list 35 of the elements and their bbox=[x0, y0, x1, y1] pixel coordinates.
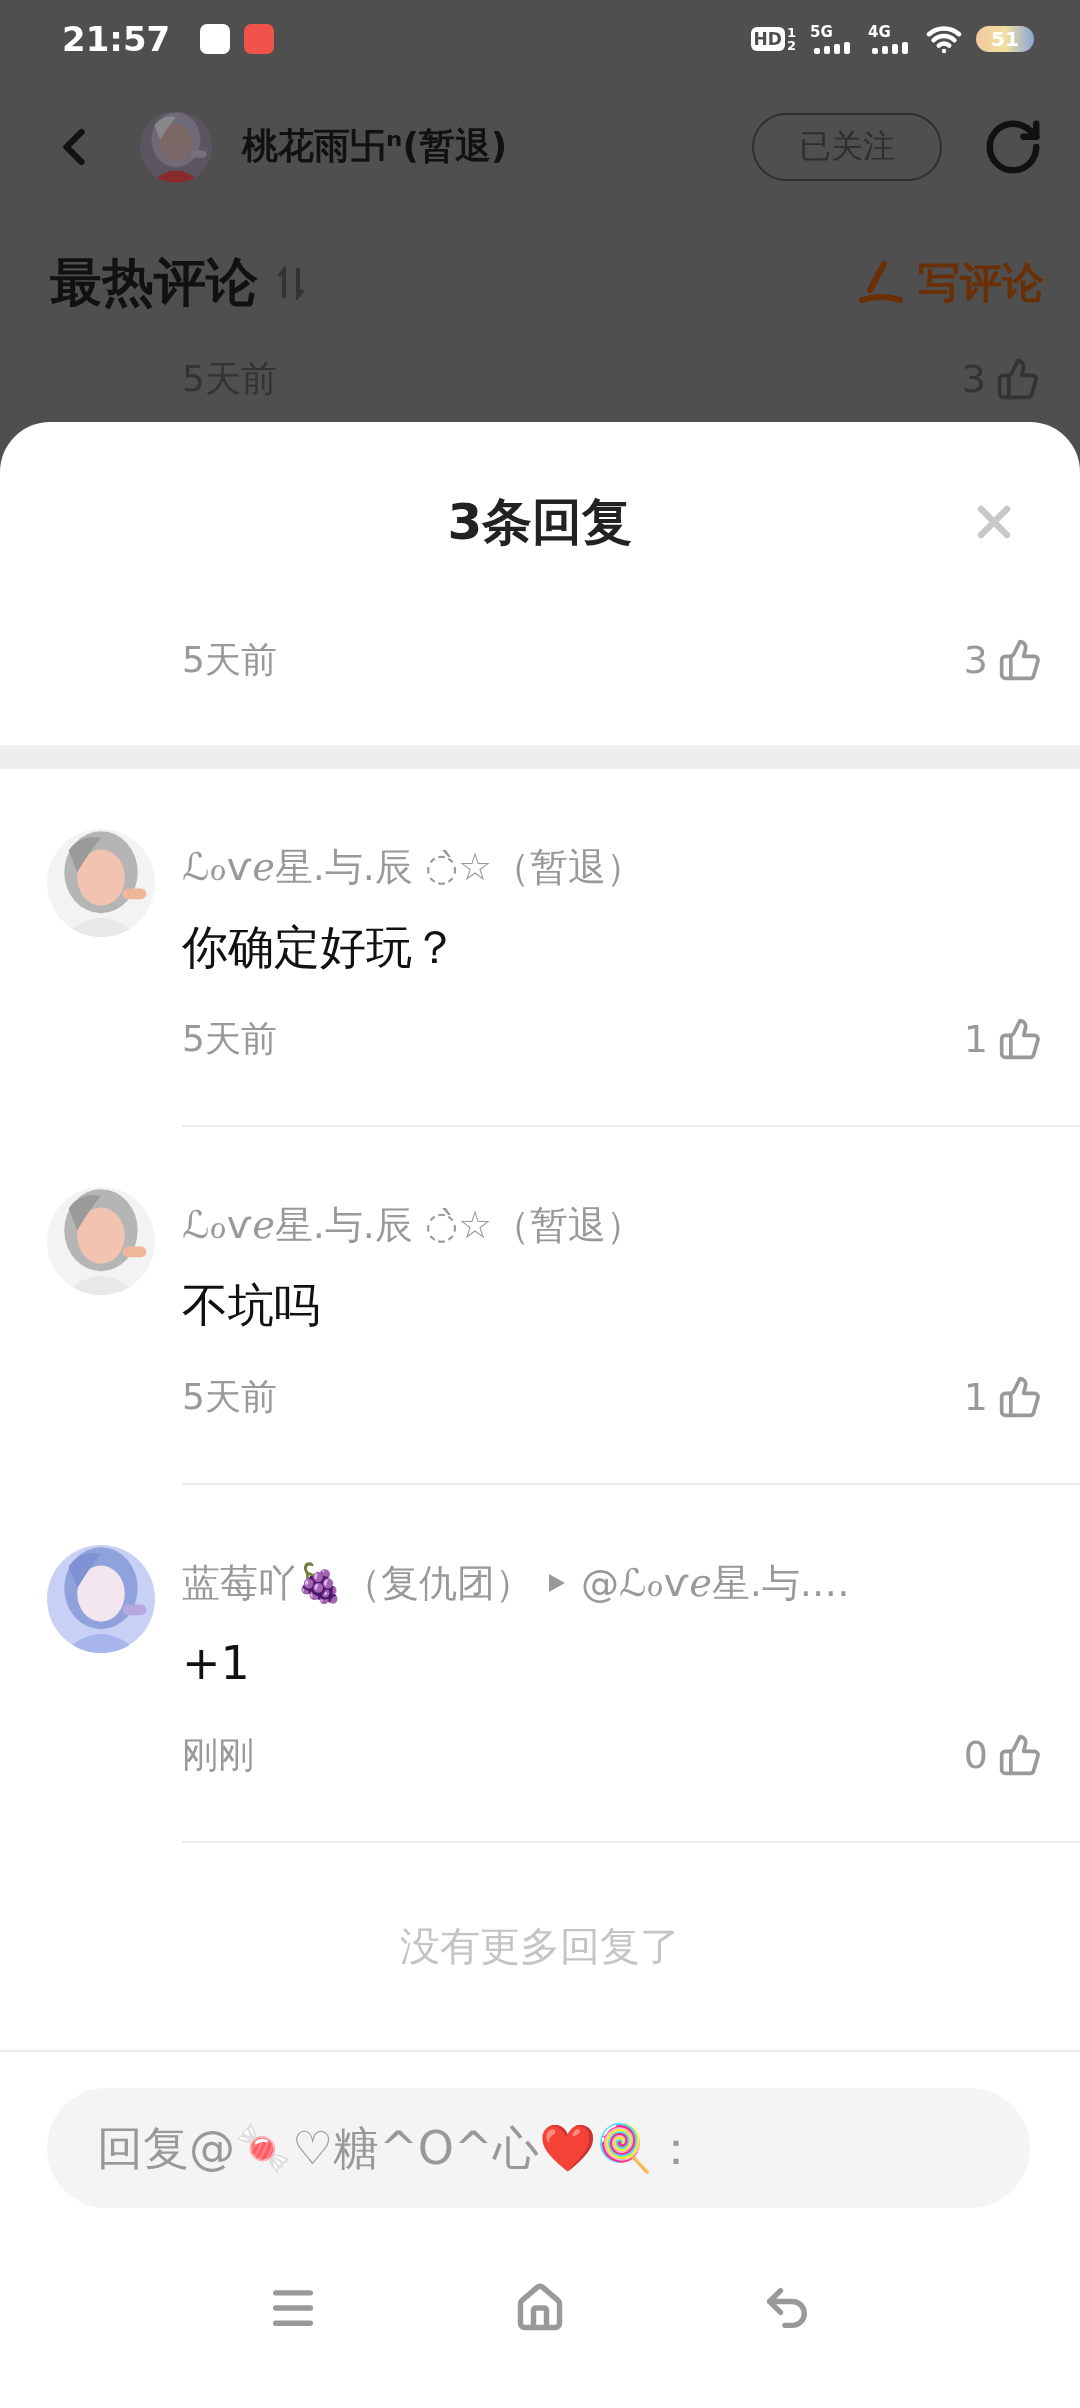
thumbs-up-icon[interactable] bbox=[998, 1733, 1042, 1777]
reply-field[interactable]: 回复@🍬♡糖^O^心❤🍭： bbox=[47, 2088, 1030, 2208]
comment-time: 5天前 bbox=[182, 637, 278, 682]
section-title: 最热评论 bbox=[50, 251, 258, 315]
battery-level: 51 bbox=[976, 26, 1034, 53]
sheet-title: 3条回复 bbox=[447, 491, 633, 553]
app-icon bbox=[200, 24, 231, 55]
reply-text: +1 bbox=[182, 1635, 251, 1692]
sort-icon[interactable] bbox=[276, 266, 306, 301]
comment-time: 5天前 bbox=[182, 1016, 278, 1061]
reply-target[interactable]: @ℒℴѵℯ星.与.… bbox=[581, 1557, 850, 1609]
thumbs-up-icon[interactable] bbox=[998, 1017, 1042, 1061]
comment-time: 刚刚 bbox=[182, 1732, 255, 1777]
like-count: 0 bbox=[963, 1733, 988, 1777]
sim-number: 1 2 bbox=[786, 26, 796, 53]
author-name[interactable]: ℒℴѵℯ星.与.辰 ◌̀☆（暂退） bbox=[182, 1199, 645, 1251]
like-count: 1 bbox=[963, 1375, 988, 1419]
status-time: 21:57 bbox=[62, 19, 171, 60]
author-name[interactable]: ℒℴѵℯ星.与.辰 ◌̀☆（暂退） bbox=[182, 841, 645, 893]
reply-text: 你确定好玩？ bbox=[182, 919, 459, 976]
thumbs-up-icon[interactable] bbox=[998, 638, 1042, 682]
like-count: 1 bbox=[963, 1017, 988, 1061]
user-name: 桃花雨卐ⁿ(暂退) bbox=[242, 124, 509, 169]
author-name[interactable]: 蓝莓吖🍇（复仇团） bbox=[182, 1557, 533, 1609]
hd-badge: HD bbox=[750, 27, 785, 52]
end-note: 没有更多回复了 bbox=[400, 1922, 680, 1971]
app-icon bbox=[244, 24, 275, 55]
network-label: 4G bbox=[868, 24, 891, 40]
thumbs-up-icon[interactable] bbox=[996, 357, 1040, 402]
network-label: 5G bbox=[810, 24, 833, 40]
triangle-icon bbox=[547, 1572, 567, 1594]
thumbs-up-icon[interactable] bbox=[998, 1375, 1042, 1419]
reply-text: 不坑吗 bbox=[182, 1277, 321, 1334]
like-count: 3 bbox=[963, 638, 988, 682]
comment-time: 5天前 bbox=[182, 1374, 278, 1419]
